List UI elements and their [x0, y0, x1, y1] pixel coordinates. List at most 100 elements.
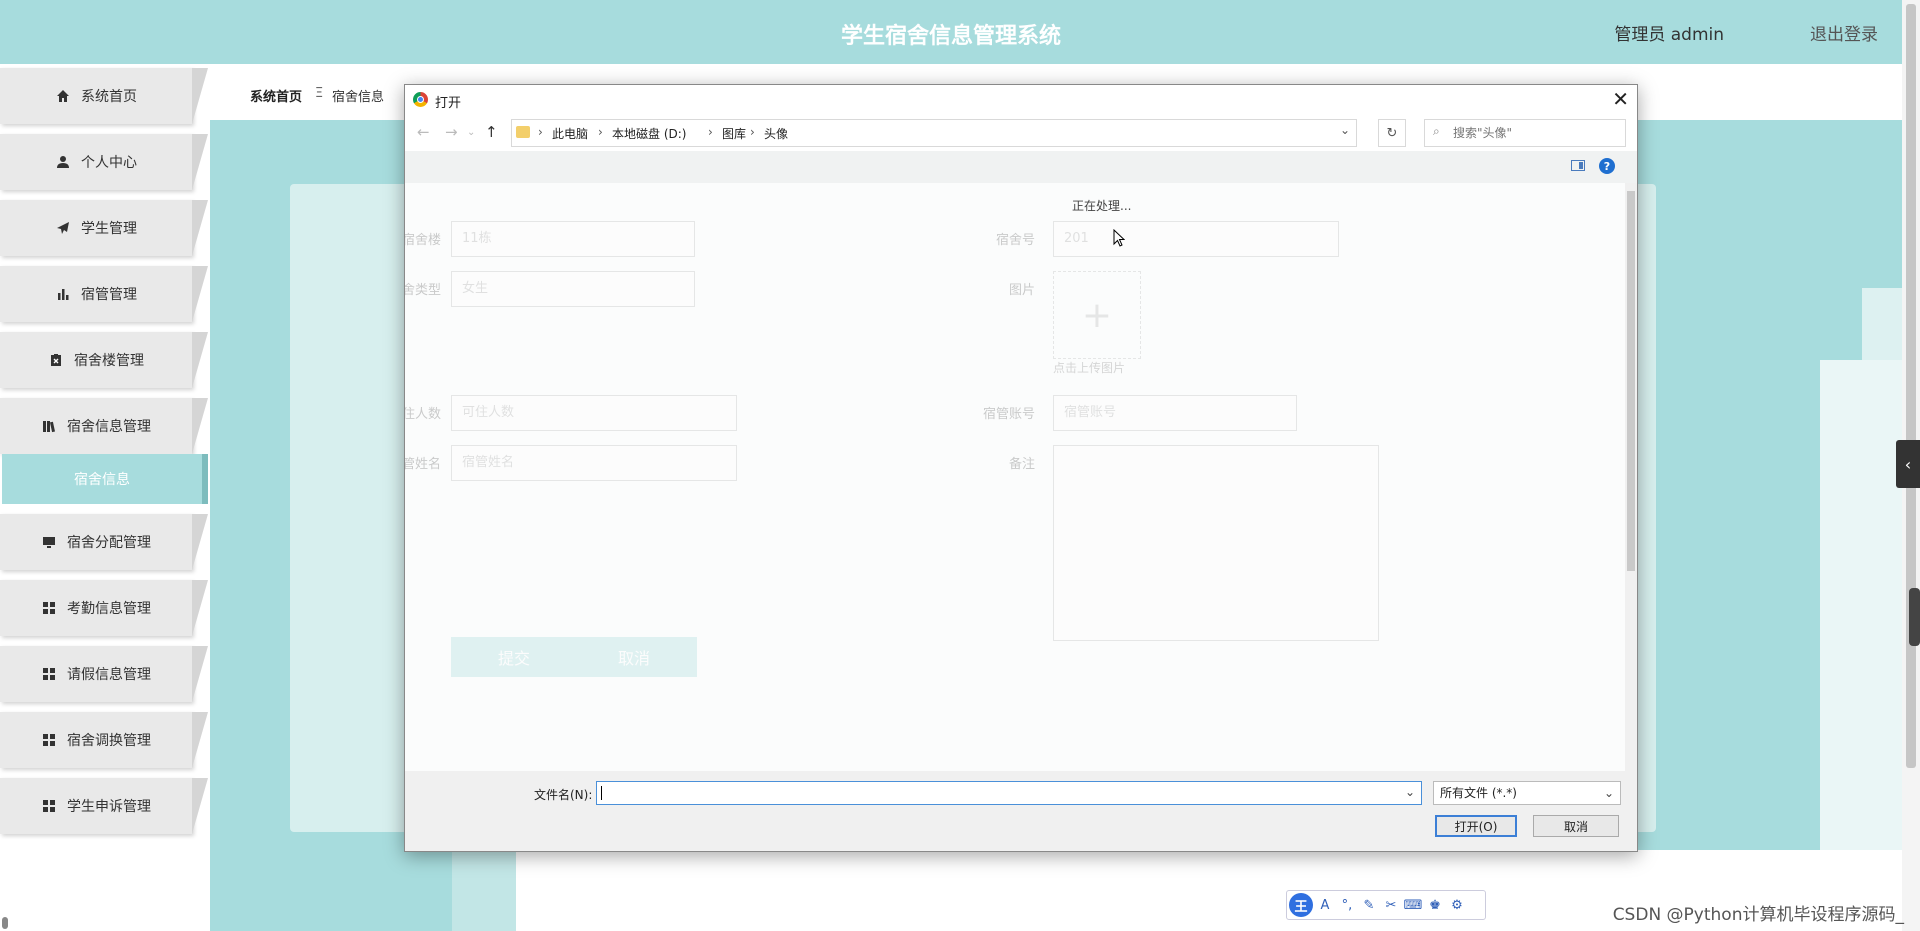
- path-segment[interactable]: 头像: [764, 125, 788, 142]
- chevron-left-icon: ‹: [1904, 454, 1912, 474]
- user-icon: [55, 154, 71, 170]
- open-button[interactable]: 打开(O): [1435, 815, 1517, 837]
- ime-logo[interactable]: 王: [1289, 893, 1313, 917]
- page-scrollbar-thumb[interactable]: [1906, 4, 1916, 768]
- logout-link[interactable]: 退出登录: [1810, 20, 1878, 45]
- dialog-toolbar: ?: [405, 151, 1637, 183]
- submit-button: 提交: [451, 637, 577, 677]
- sidebar-item-managers[interactable]: 宿管管理: [0, 266, 208, 322]
- font-icon[interactable]: A: [1315, 898, 1335, 913]
- sidebar-item-dorm-info-mgmt[interactable]: 宿舍信息管理: [0, 398, 208, 454]
- up-arrow-icon[interactable]: ↑: [485, 123, 498, 141]
- dialog-cancel-button[interactable]: 取消: [1533, 815, 1619, 837]
- filetype-select[interactable]: 所有文件 (*.*) ⌄: [1433, 781, 1621, 805]
- refresh-button[interactable]: ↻: [1378, 119, 1406, 147]
- ime-toolbar: 王 A °, ✎ ✂ ⌨ ♚ ⚙: [1286, 890, 1486, 920]
- sidebar-item-label: 系统首页: [81, 89, 137, 105]
- sidebar-item-label: 学生管理: [81, 221, 137, 237]
- processing-status: 正在处理...: [1072, 199, 1132, 213]
- collapse-panel-button[interactable]: ‹: [1896, 440, 1920, 488]
- sidebar-item-leave[interactable]: 请假信息管理: [0, 646, 208, 702]
- filename-input[interactable]: ⌄: [596, 781, 1422, 805]
- sidebar-item-label: 宿舍信息管理: [67, 419, 151, 435]
- type-label: * 宿舍类型: [405, 279, 441, 298]
- sidebar-item-label: 个人中心: [81, 155, 137, 171]
- sidebar-item-label: 宿舍调换管理: [67, 733, 151, 749]
- folder-icon: [516, 126, 530, 138]
- settings-gear-icon[interactable]: ⚙: [1447, 898, 1467, 913]
- file-list-area[interactable]: 宿舍楼 11栋 宿舍号 201 * 宿舍类型 女生 图片 + 点击上传图片 可住…: [405, 183, 1625, 771]
- remark-label: 备注: [1008, 457, 1035, 472]
- forward-arrow-icon[interactable]: →: [445, 123, 458, 141]
- dialog-titlebar: 打开 ✕: [405, 85, 1637, 115]
- pen-icon[interactable]: ✎: [1359, 898, 1379, 913]
- account-label: 宿管账号: [982, 407, 1035, 422]
- close-icon[interactable]: ✕: [1612, 87, 1629, 111]
- sidebar-item-appeals[interactable]: 学生申诉管理: [0, 778, 208, 834]
- file-list-scrollbar-thumb[interactable]: [1627, 191, 1635, 571]
- sidebar-item-label: 宿舍信息: [74, 472, 130, 488]
- filetype-value: 所有文件 (*.*): [1440, 786, 1517, 800]
- chevron-down-icon[interactable]: ⌄: [1340, 123, 1350, 137]
- breadcrumb-home[interactable]: 系统首页: [250, 86, 302, 105]
- sidebar-item-label: 请假信息管理: [67, 667, 151, 683]
- path-segment[interactable]: 本地磁盘 (D:): [612, 125, 686, 142]
- search-input[interactable]: [1451, 123, 1623, 143]
- address-bar[interactable]: › 此电脑 › 本地磁盘 (D:) › 图库 › 头像 ⌄: [511, 119, 1357, 147]
- sidebar-item-label: 宿管管理: [81, 287, 137, 303]
- recent-chevron-icon[interactable]: ⌄: [467, 127, 475, 138]
- decor-block: [1820, 360, 1902, 920]
- decor-block: [452, 848, 516, 931]
- account-input: 宿管账号: [1053, 395, 1297, 431]
- sidebar-item-buildings[interactable]: 宿舍楼管理: [0, 332, 208, 388]
- cancel-button: 取消: [571, 637, 697, 677]
- sidebar-item-swap[interactable]: 宿舍调换管理: [0, 712, 208, 768]
- path-segment[interactable]: 此电脑: [552, 125, 588, 142]
- dialog-title: 打开: [435, 96, 462, 111]
- file-list-scrollbar[interactable]: [1625, 183, 1637, 771]
- chevron-down-icon: ⌄: [1603, 786, 1614, 800]
- sidebar-item-label: 宿舍分配管理: [67, 535, 151, 551]
- sidebar-item-home[interactable]: 系统首页: [0, 68, 208, 124]
- back-arrow-icon[interactable]: ←: [417, 123, 430, 141]
- sidebar-item-students[interactable]: 学生管理: [0, 200, 208, 256]
- sidebar-item-label: 考勤信息管理: [67, 601, 151, 617]
- path-segment[interactable]: 图库: [722, 125, 746, 142]
- bar-chart-icon: [55, 286, 71, 302]
- search-box[interactable]: ⌕: [1424, 119, 1626, 147]
- preview-pane-icon[interactable]: [1571, 160, 1585, 171]
- help-icon[interactable]: ?: [1599, 158, 1615, 174]
- top-header: 学生宿舍信息管理系统 管理员 admin 退出登录: [0, 0, 1902, 64]
- type-input: 女生: [451, 271, 695, 307]
- paper-plane-icon: [55, 220, 71, 236]
- filename-label: 文件名(N):: [534, 788, 593, 802]
- room-label: 宿舍号: [995, 233, 1035, 248]
- refresh-icon: ↻: [1386, 125, 1398, 141]
- breadcrumb-separator: Ξ: [315, 86, 324, 101]
- watermark: CSDN @Python计算机毕设程序源码_: [1612, 905, 1904, 925]
- clipboard-icon: [48, 352, 64, 368]
- scissors-icon[interactable]: ✂: [1381, 898, 1401, 913]
- sidebar-item-profile[interactable]: 个人中心: [0, 134, 208, 190]
- chevron-down-icon[interactable]: ⌄: [1405, 785, 1415, 799]
- grid-icon: [41, 600, 57, 616]
- capacity-input: 可住人数: [451, 395, 737, 431]
- chrome-icon: [413, 92, 428, 107]
- current-user: 管理员 admin: [1614, 25, 1724, 45]
- keyboard-icon[interactable]: ⌨: [1403, 898, 1423, 913]
- room-input: 201: [1053, 221, 1339, 257]
- chevron-right-icon: ›: [708, 125, 713, 139]
- building-label: 宿舍楼: [405, 233, 441, 248]
- punctuation-icon[interactable]: °,: [1337, 898, 1357, 913]
- sidebar-item-allocation[interactable]: 宿舍分配管理: [0, 514, 208, 570]
- sidebar-item-attendance[interactable]: 考勤信息管理: [0, 580, 208, 636]
- building-input: 11栋: [451, 221, 695, 257]
- manager-input: 宿管姓名: [451, 445, 737, 481]
- scroll-indicator: [2, 917, 8, 929]
- skin-icon[interactable]: ♚: [1425, 898, 1445, 913]
- sidebar-subitem-dorm-info[interactable]: 宿舍信息: [2, 454, 208, 504]
- grid-icon: [41, 732, 57, 748]
- type-label-text: 宿舍类型: [405, 283, 441, 298]
- floating-widget[interactable]: [1909, 588, 1920, 646]
- photo-label: 图片: [1008, 283, 1035, 298]
